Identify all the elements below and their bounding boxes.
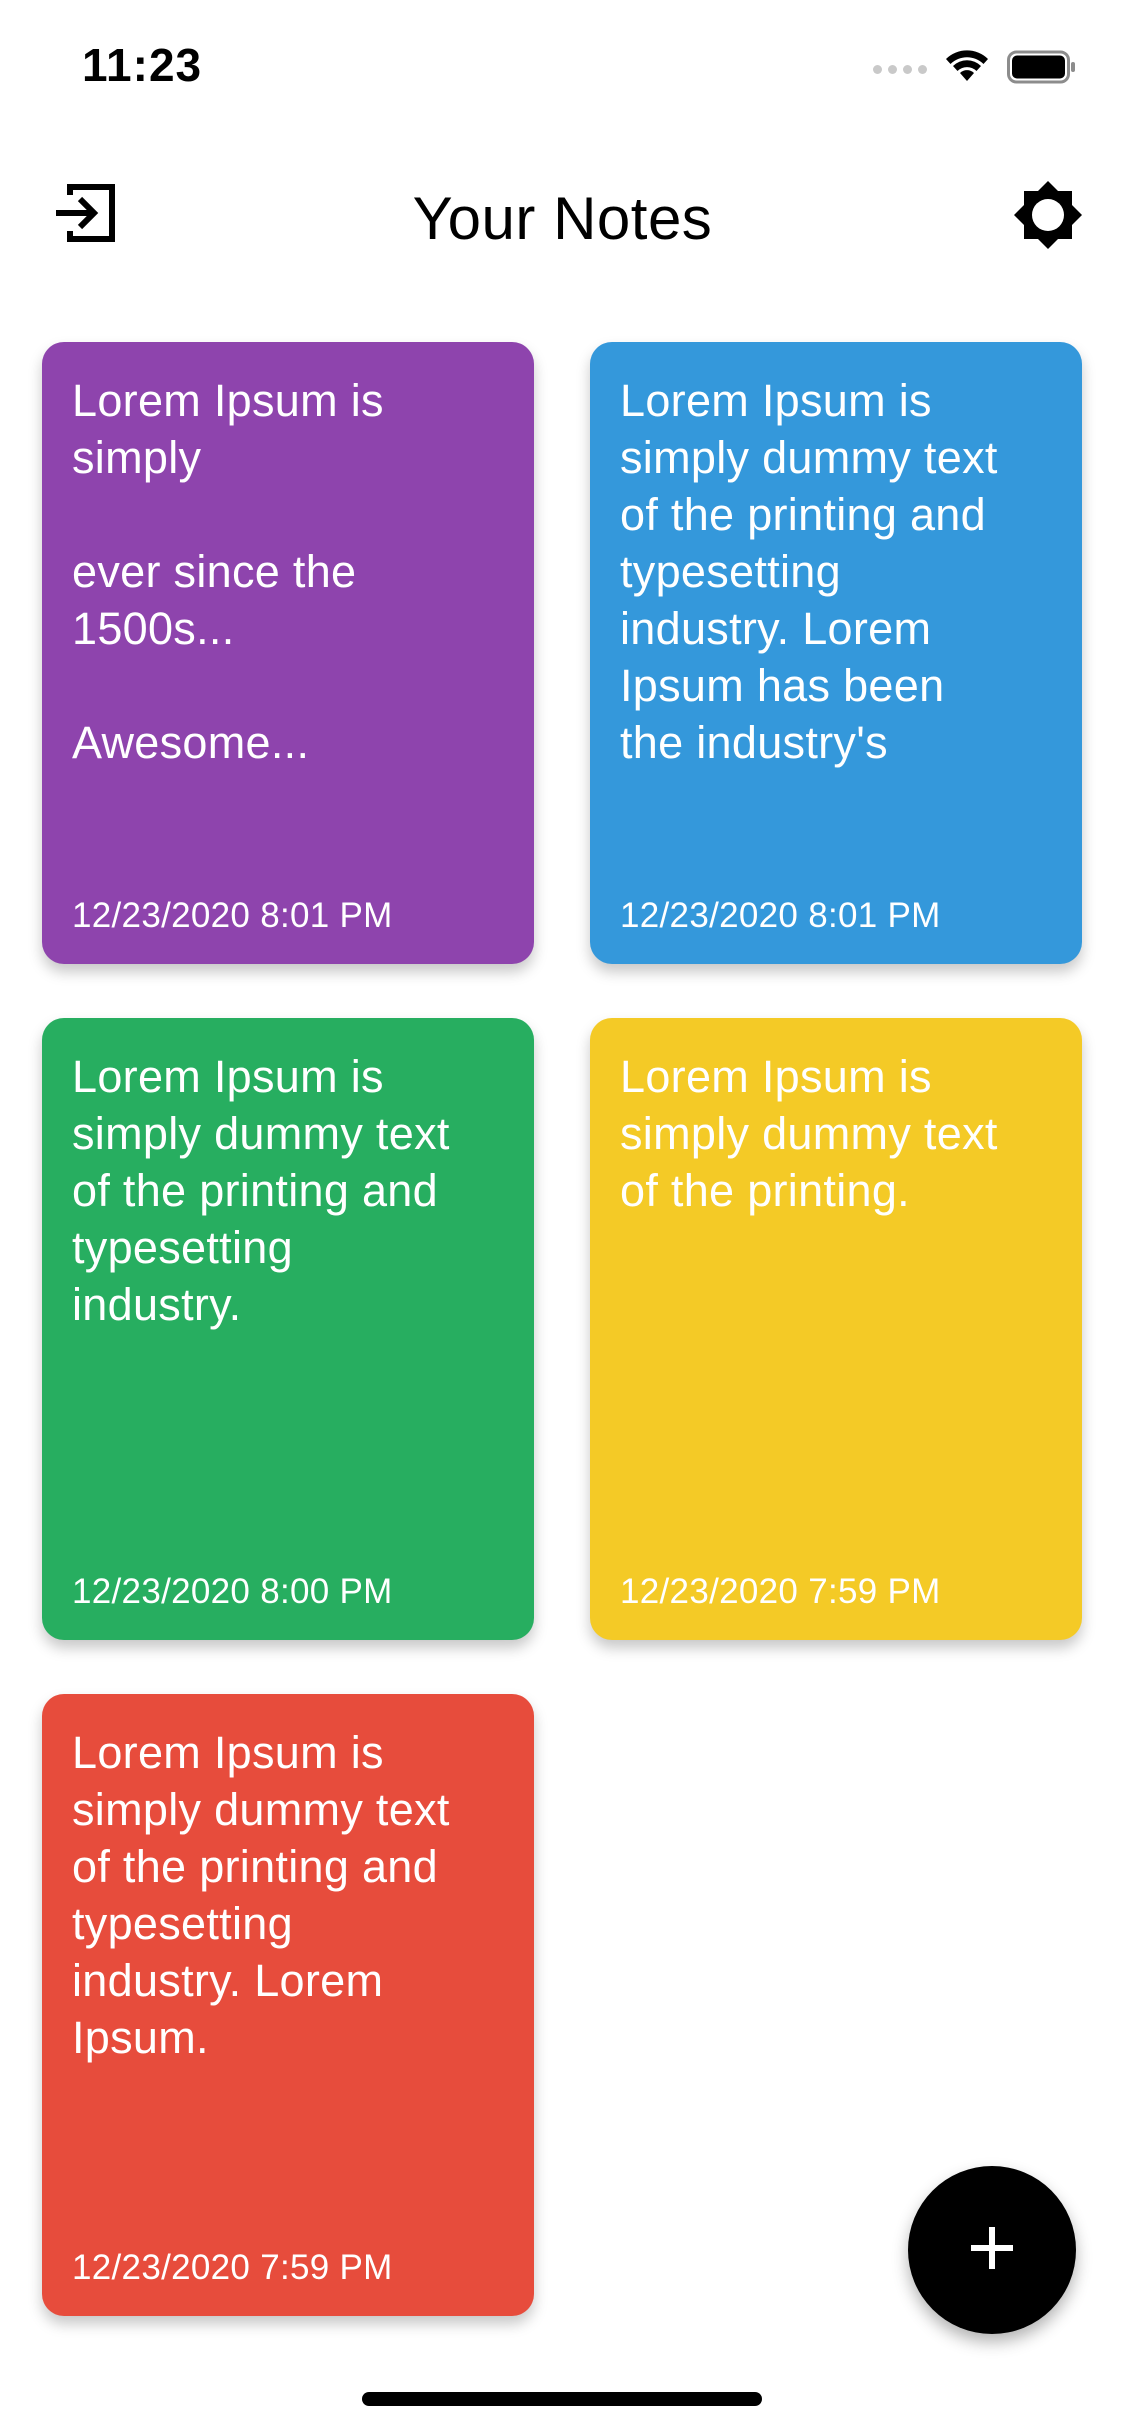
add-note-button[interactable] bbox=[908, 2166, 1076, 2334]
status-time: 11:23 bbox=[82, 39, 203, 91]
note-body: Lorem Ipsum is simply dummy text of the … bbox=[620, 1051, 998, 1216]
note-card[interactable]: Lorem Ipsum is simply dummy text of the … bbox=[590, 1018, 1082, 1640]
note-body: Lorem Ipsum is simply dummy text of the … bbox=[620, 375, 998, 768]
status-icons bbox=[873, 50, 1077, 89]
note-card[interactable]: Lorem Ipsum is simply ever since the 150… bbox=[42, 342, 534, 964]
battery-icon bbox=[1007, 50, 1077, 89]
wifi-icon bbox=[945, 50, 989, 89]
note-card[interactable]: Lorem Ipsum is simply dummy text of the … bbox=[42, 1018, 534, 1640]
plus-icon bbox=[968, 2224, 1016, 2277]
app-header: Your Notes bbox=[0, 160, 1125, 270]
cellular-signal-icon bbox=[873, 65, 927, 74]
note-date: 12/23/2020 8:01 PM bbox=[620, 896, 941, 935]
notes-grid: Lorem Ipsum is simply ever since the 150… bbox=[42, 342, 1082, 2316]
note-card[interactable]: Lorem Ipsum is simply dummy text of the … bbox=[590, 342, 1082, 964]
note-date: 12/23/2020 8:01 PM bbox=[72, 896, 393, 935]
note-body: Lorem Ipsum is simply dummy text of the … bbox=[72, 1051, 450, 1330]
home-indicator[interactable] bbox=[362, 2392, 762, 2406]
note-date: 12/23/2020 7:59 PM bbox=[620, 1572, 941, 1611]
brightness-icon bbox=[1012, 179, 1084, 256]
page-title: Your Notes bbox=[412, 185, 713, 252]
note-date: 12/23/2020 7:59 PM bbox=[72, 2248, 393, 2287]
theme-toggle-button[interactable] bbox=[1003, 172, 1093, 262]
note-card[interactable]: Lorem Ipsum is simply dummy text of the … bbox=[42, 1694, 534, 2316]
note-body: Lorem Ipsum is simply ever since the 150… bbox=[72, 375, 384, 768]
note-date: 12/23/2020 8:00 PM bbox=[72, 1572, 393, 1611]
note-body: Lorem Ipsum is simply dummy text of the … bbox=[72, 1727, 450, 2063]
status-bar: 11:23 bbox=[0, 0, 1125, 140]
